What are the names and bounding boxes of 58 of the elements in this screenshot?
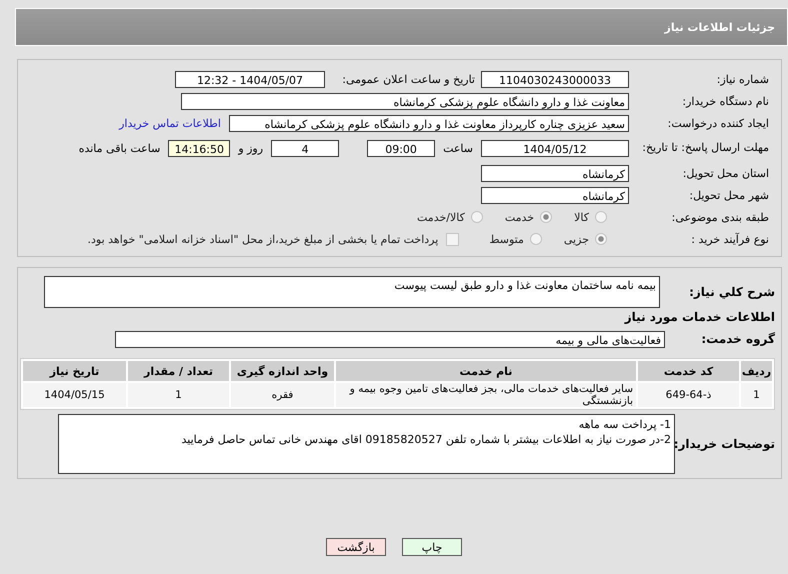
buyer-org-field: معاونت غذا و دارو دانشگاه علوم پزشکی کرمانشاه: [181, 92, 629, 110]
remaining-time-field: 14:16:50: [168, 140, 230, 156]
field-label: شهر محل تحویل:: [688, 188, 769, 202]
deadline-time-field: 09:00: [367, 140, 436, 156]
days-field: 4: [271, 140, 340, 156]
province-field: کرمانشاه: [481, 164, 629, 182]
table-cell: فقره: [231, 383, 334, 407]
field-label: شرح کلي نياز:: [688, 285, 775, 299]
field-label: نوع فرآیند خرید :: [690, 232, 769, 246]
page-title: جزئیات اطلاعات نیاز: [664, 20, 775, 34]
table-cell: ذ-64-649: [638, 383, 739, 407]
radio-label: جزیی: [564, 232, 589, 246]
table-cell: 1: [741, 383, 772, 407]
column-header: کد خدمت: [638, 361, 739, 381]
column-header: واحد اندازه گیری: [231, 361, 334, 381]
radio-label: کالا: [574, 210, 589, 224]
field-label: تاریخ و ساعت اعلان عمومی:: [341, 72, 475, 86]
buyer-contact-link[interactable]: اطلاعات تماس خریدار: [119, 116, 221, 130]
column-header: نام خدمت: [336, 361, 636, 381]
service-group-field: فعالیت‌های مالی و بیمه: [115, 330, 665, 348]
radio-label: خدمت: [504, 210, 534, 224]
checkbox[interactable]: [446, 232, 460, 246]
field-label: نام دستگاه خریدار:: [681, 94, 769, 108]
section-heading: اطلاعات خدمات مورد نیاز: [623, 310, 775, 324]
radio-button[interactable]: [595, 211, 607, 223]
checkbox-label: پرداخت تمام یا بخشی از مبلغ خرید،از محل "اسناد خزانه اسلامی" خواهد بود.: [88, 232, 438, 246]
column-header: تعداد / مقدار: [128, 361, 229, 381]
column-header: تاریخ نیاز: [23, 361, 126, 381]
table-cell: 1404/05/15: [23, 383, 126, 407]
print-button[interactable]: چاپ: [402, 538, 462, 556]
field-label: ایجاد کننده درخواست:: [666, 116, 769, 130]
remaining-label: ساعت باقی مانده: [78, 142, 160, 154]
summary-field: بیمه نامه ساختمان معاونت غذا و دارو طبق لیست پیوست: [44, 276, 660, 308]
requester-field: سعید عزیزی چناره کارپرداز معاونت غذا و دارو دانشگاه علوم پزشکی کرمانشاه: [229, 114, 629, 132]
radio-label: متوسط: [489, 232, 524, 246]
radio-button[interactable]: [595, 233, 607, 245]
field-label: گروه خدمت:: [700, 332, 775, 346]
field-label: طبقه بندی موضوعی:: [670, 210, 769, 224]
field-label: توضیحات خریدار:: [675, 437, 775, 451]
column-header: ردیف: [741, 361, 772, 381]
deadline-date-field: 1404/05/12: [481, 140, 629, 156]
table-cell: 1: [128, 383, 229, 407]
radio-label: کالا/خدمت: [417, 210, 465, 224]
days-label: روز و: [238, 142, 264, 154]
field-label: استان محل تحویل:: [682, 166, 769, 180]
radio-button[interactable]: [470, 211, 483, 223]
radio-button[interactable]: [530, 233, 542, 245]
note-line: 1- پرداخت سه ماهه: [578, 417, 671, 432]
back-button[interactable]: بازگشت: [326, 538, 386, 556]
announce-date-field: 1404/05/07 - 12:32: [175, 70, 325, 88]
field-label: شماره نیاز:: [716, 72, 769, 86]
city-field: کرمانشاه: [481, 186, 629, 204]
table-cell: سایر فعالیت‌های خدمات مالی، بجز فعالیت‌های تامین وجوه بیمه و بازنشستگی: [336, 383, 636, 407]
note-line: 2-در صورت نیاز به اطلاعات بیشتر با شماره تلفن 09185820527 اقای مهندس خانی تماس حاصل فرمایید: [180, 432, 671, 447]
need-number-field: 1104030243000033: [481, 70, 629, 88]
time-label: ساعت: [443, 142, 473, 154]
field-label: مهلت ارسال پاسخ: تا تاریخ:: [641, 141, 769, 155]
radio-button[interactable]: [540, 211, 552, 223]
